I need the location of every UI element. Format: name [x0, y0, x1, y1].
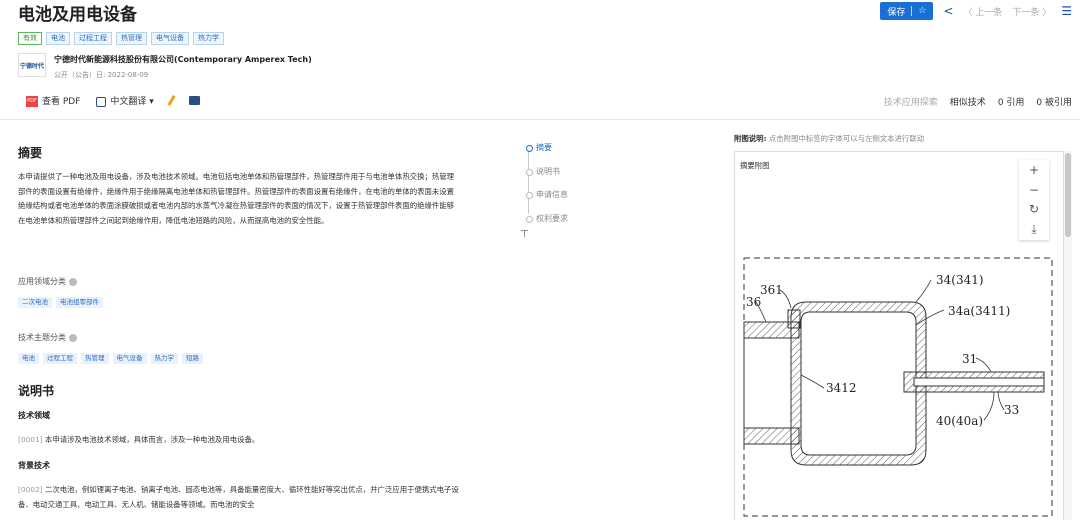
back-to-top-icon[interactable]: ⊤ — [520, 229, 529, 240]
scrollbar-thumb[interactable] — [1065, 153, 1071, 237]
application-label-text: 应用领域分类 — [18, 277, 66, 286]
pipe-inner — [913, 377, 1045, 387]
save-button[interactable]: 保存 ☆ — [880, 2, 934, 20]
view-pdf-label: 查看 PDF — [42, 97, 81, 107]
logo-text: 宁德时代 — [19, 62, 44, 70]
outline-item-abstract[interactable]: 摘要 — [526, 142, 568, 166]
seal-block — [787, 309, 801, 329]
next-link[interactable]: 下一条 〉 — [1012, 5, 1051, 18]
tag-item[interactable]: 热管理 — [116, 32, 147, 45]
tech-explore-link[interactable]: 技术应用探索 — [884, 95, 938, 108]
housing-inner — [800, 311, 917, 456]
company-logo: 宁德时代 — [18, 53, 46, 77]
paragraph-text: 二次电池，例如锂离子电池、钠离子电池、固态电池等，具备能量密度大、循环性能好等突… — [18, 485, 459, 509]
info-icon[interactable] — [69, 277, 77, 286]
outline-item-application-info[interactable]: 申请信息 — [526, 189, 568, 213]
chip[interactable]: 电气设备 — [112, 353, 147, 364]
chip[interactable]: 短路 — [182, 353, 203, 364]
right-links: 技术应用探索 相似技术 0 引用 0 被引用 — [884, 95, 1072, 108]
tag-item[interactable]: 过程工程 — [74, 32, 112, 45]
abstract-heading: 摘要 — [18, 146, 43, 160]
abstract-text: 本申请提供了一种电池及用电设备，涉及电池技术领域。电池包括电池单体和热管理部件，… — [18, 172, 455, 225]
figure-note: 附图说明: 点击附图中标签的字体可以与左侧文本进行联动 — [734, 133, 924, 144]
share-icon[interactable]: < — [943, 4, 953, 18]
zoom-out-icon[interactable]: − — [1029, 183, 1039, 197]
figure-note-label: 附图说明: — [734, 134, 767, 143]
topic-chips: 电池 过程工程 热管理 电气设备 热力学 短路 — [18, 353, 203, 364]
patent-drawing: 361 36 34(341) 34a(3411) 31 3412 33 40(4… — [743, 257, 1053, 517]
chip[interactable]: 热力学 — [150, 353, 178, 364]
paragraph-number: [0002] — [18, 485, 43, 494]
highlight-pen-icon[interactable] — [167, 94, 176, 107]
download-icon[interactable]: ⤓ — [1031, 222, 1036, 237]
toolbar: PDF 查看 PDF 中文翻译 ▾ — [26, 94, 200, 107]
paragraph-0002: [0002] 二次电池，例如锂离子电池、钠离子电池、固态电池等，具备能量密度大、… — [18, 482, 460, 512]
chip[interactable]: 电池组零部件 — [56, 297, 103, 308]
figure-note-text: 点击附图中标签的字体可以与左侧文本进行联动 — [768, 134, 925, 143]
status-badge: 有效 — [18, 32, 42, 45]
label-34a-3411[interactable]: 34a(3411) — [948, 304, 1010, 318]
background-heading: 背景技术 — [18, 461, 50, 470]
paragraph-text: 本申请涉及电池技术领域，具体而言，涉及一种电池及用电设备。 — [44, 435, 260, 444]
left-plate-bottom — [743, 427, 800, 445]
chip[interactable]: 二次电池 — [18, 297, 52, 308]
list-icon[interactable]: ☰ — [1061, 4, 1072, 18]
label-33[interactable]: 33 — [1004, 403, 1019, 417]
star-icon[interactable]: ☆ — [918, 6, 926, 16]
leader-line — [975, 357, 992, 373]
outline-item-claims[interactable]: 权利要求 — [526, 213, 568, 237]
application-label: 应用领域分类 — [18, 276, 77, 287]
pdf-icon: PDF — [26, 96, 38, 107]
header-divider — [0, 119, 1080, 120]
paragraph-0001: [0001] 本申请涉及电池技术领域，具体而言，涉及一种电池及用电设备。 — [18, 432, 460, 447]
translate-icon — [96, 96, 107, 107]
paragraph-number: [0001] — [18, 435, 43, 444]
label-31[interactable]: 31 — [962, 352, 977, 366]
translate-label: 中文翻译 ▾ — [110, 97, 154, 107]
outline-nav: 摘要 说明书 申请信息 权利要求 — [526, 142, 568, 236]
label-3412[interactable]: 3412 — [826, 381, 857, 395]
page-title: 电池及用电设备 — [18, 5, 137, 25]
prev-link[interactable]: 〈 上一条 — [963, 5, 1002, 18]
cited-count[interactable]: 0 引用 — [998, 95, 1025, 108]
chip[interactable]: 过程工程 — [43, 353, 77, 364]
info-icon[interactable] — [69, 333, 77, 342]
tag-item[interactable]: 热力学 — [193, 32, 224, 45]
top-actions: 保存 ☆ < 〈 上一条 下一条 〉 ☰ — [880, 2, 1072, 20]
outline-item-description[interactable]: 说明书 — [526, 166, 568, 190]
figure-scrollbar[interactable] — [1064, 151, 1072, 520]
chip[interactable]: 热管理 — [81, 353, 109, 364]
application-chips: 二次电池 电池组零部件 — [18, 297, 103, 308]
save-separator — [911, 6, 913, 16]
save-label: 保存 — [887, 7, 906, 18]
description-heading: 说明书 — [18, 384, 55, 398]
leader-line — [983, 391, 995, 421]
leader-line — [915, 279, 932, 303]
publication-date: 公开（公告）日: 2022-08-09 — [54, 71, 149, 79]
similar-tech-link[interactable]: 相似技术 — [950, 95, 986, 108]
figure-label: 摘要附图 — [740, 161, 770, 170]
company-name[interactable]: 宁德时代新能源科技股份有限公司(Contemporary Amperex Tec… — [54, 54, 312, 65]
tag-item[interactable]: 电气设备 — [151, 32, 189, 45]
tag-row: 有效 电池 过程工程 热管理 电气设备 热力学 — [18, 32, 224, 45]
label-34-341[interactable]: 34(341) — [936, 273, 984, 287]
label-40-40a[interactable]: 40(40a) — [936, 414, 983, 428]
rotate-icon[interactable]: ↻ — [1029, 202, 1039, 216]
comment-icon[interactable] — [188, 96, 200, 105]
field-heading: 技术领域 — [18, 411, 50, 420]
chip[interactable]: 电池 — [18, 353, 39, 364]
view-pdf-button[interactable]: PDF 查看 PDF — [26, 94, 80, 107]
topic-label: 技术主题分类 — [18, 332, 77, 343]
cited-by-count[interactable]: 0 被引用 — [1036, 95, 1072, 108]
zoom-in-icon[interactable]: + — [1029, 163, 1039, 177]
translate-dropdown[interactable]: 中文翻译 ▾ — [96, 94, 154, 107]
tag-item[interactable]: 电池 — [46, 32, 70, 45]
zoom-controls: + − ↻ ⤓ — [1019, 160, 1049, 240]
topic-label-text: 技术主题分类 — [18, 333, 66, 342]
label-361[interactable]: 361 — [760, 283, 783, 297]
